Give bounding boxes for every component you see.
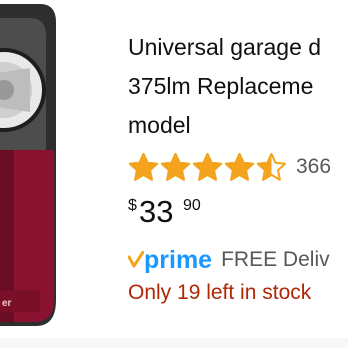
search-results-page: er Universal garage d 375lm Replaceme mo… [0,0,348,348]
rating-row: 366 [128,149,331,185]
price-symbol: $ [128,197,137,214]
stock-status: Only 19 left in stock [128,281,312,304]
product-title-line-3[interactable]: model [128,106,348,145]
prime-logo: prime [128,247,212,273]
star-full-icon [128,152,159,181]
price-fraction: 90 [183,197,201,214]
product-title-link[interactable]: Universal garage d 375lm Replaceme model [128,28,348,145]
delivery-text: FREE Deliv [221,248,330,271]
star-half-icon [256,152,287,181]
star-rating[interactable] [128,152,288,183]
review-count[interactable]: 366 [296,155,331,179]
product-card[interactable]: er Universal garage d 375lm Replaceme mo… [0,0,348,338]
device-brand-text: er [2,298,12,309]
garage-door-opener-light-image: er [0,4,56,326]
product-image[interactable]: er [0,0,110,338]
prime-wordmark: prime [144,246,213,274]
star-full-icon [192,152,223,181]
price-whole: 33 [139,194,174,229]
star-full-icon [224,152,255,181]
prime-delivery-row: prime FREE Deliv [128,245,330,275]
product-title-line-2[interactable]: 375lm Replaceme [128,67,348,106]
product-title-line-1[interactable]: Universal garage d [128,28,348,67]
star-full-icon [160,152,191,181]
prime-check-icon [128,251,144,268]
